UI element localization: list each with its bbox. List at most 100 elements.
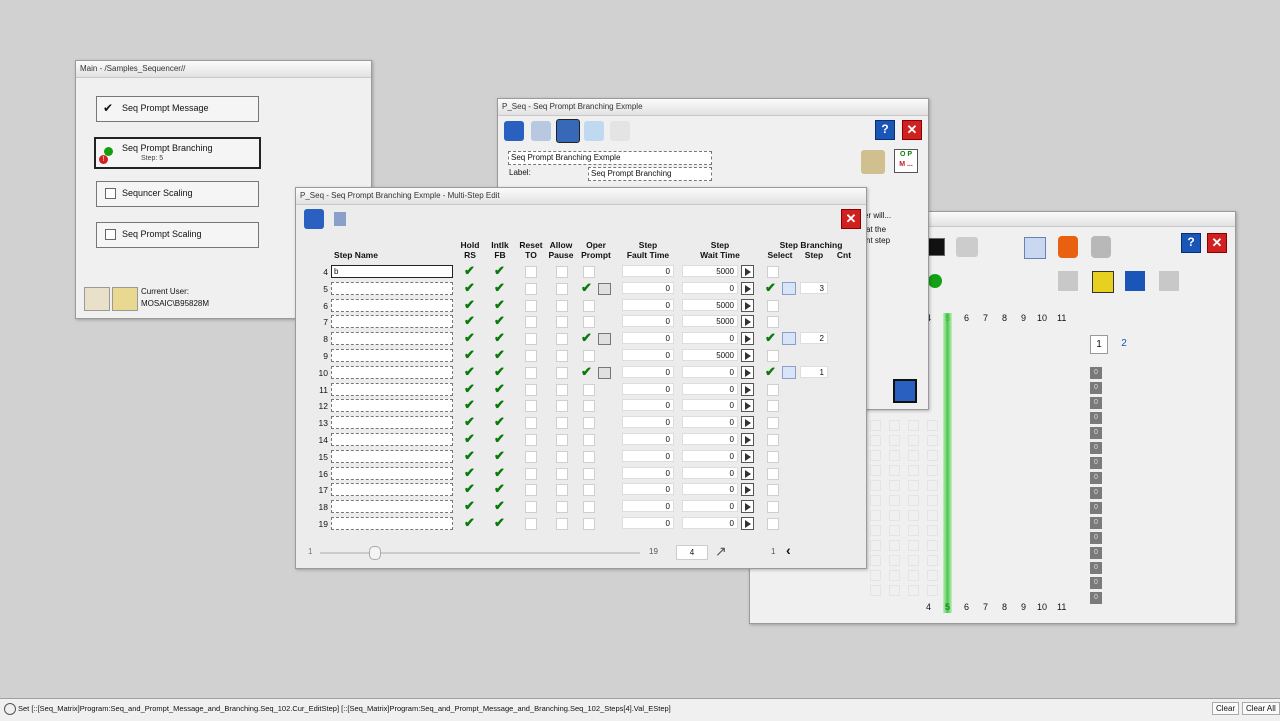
hold-rs-check[interactable]: ✔ bbox=[464, 466, 475, 479]
oper-prompt-checkbox[interactable] bbox=[583, 300, 595, 312]
matrix-cell[interactable] bbox=[870, 555, 881, 566]
wait-time-arrow-icon[interactable] bbox=[741, 500, 754, 513]
branch-select-checkbox[interactable] bbox=[767, 400, 779, 412]
matrix-cell[interactable] bbox=[870, 540, 881, 551]
help-icon[interactable]: ? bbox=[1181, 233, 1201, 253]
oper-prompt-checkbox[interactable] bbox=[583, 484, 595, 496]
oper-prompt-checkbox[interactable] bbox=[583, 384, 595, 396]
wait-time-arrow-icon[interactable] bbox=[741, 467, 754, 480]
allow-pause-checkbox[interactable] bbox=[556, 367, 568, 379]
hold-rs-check[interactable]: ✔ bbox=[464, 516, 475, 529]
matrix-cell[interactable] bbox=[889, 570, 900, 581]
oper-prompt-checkbox[interactable] bbox=[583, 518, 595, 530]
matrix-cell[interactable] bbox=[927, 465, 938, 476]
fault-time-input[interactable]: 0 bbox=[622, 315, 674, 327]
allow-pause-checkbox[interactable] bbox=[556, 484, 568, 496]
reset-to-checkbox[interactable] bbox=[525, 451, 537, 463]
editor-home-icon[interactable] bbox=[304, 209, 324, 229]
reset-to-checkbox[interactable] bbox=[525, 417, 537, 429]
branch-select-checkbox[interactable] bbox=[767, 434, 779, 446]
matrix-cell[interactable] bbox=[908, 495, 919, 506]
step-name-input[interactable] bbox=[331, 383, 453, 396]
hold-rs-check[interactable]: ✔ bbox=[464, 499, 475, 512]
matrix-cell[interactable] bbox=[870, 480, 881, 491]
branch-select-checkbox[interactable] bbox=[767, 300, 779, 312]
seq-prompt-scaling-button[interactable]: Seq Prompt Scaling bbox=[96, 222, 259, 248]
matrix-cell[interactable] bbox=[908, 450, 919, 461]
reset-to-checkbox[interactable] bbox=[525, 316, 537, 328]
matrix-cell[interactable] bbox=[927, 570, 938, 581]
allow-pause-checkbox[interactable] bbox=[556, 384, 568, 396]
matrix-cell[interactable] bbox=[927, 525, 938, 536]
seq-prompt-branching-button[interactable]: ! Seq Prompt Branching Step: 5 bbox=[94, 137, 261, 169]
intlk-fb-check[interactable]: ✔ bbox=[494, 281, 505, 294]
wait-time-arrow-icon[interactable] bbox=[741, 315, 754, 328]
matrix-cell[interactable] bbox=[908, 570, 919, 581]
hold-rs-check[interactable]: ✔ bbox=[464, 365, 475, 378]
previous-page-icon[interactable]: ‹ bbox=[786, 542, 791, 558]
oper-prompt-checkbox[interactable] bbox=[583, 434, 595, 446]
hold-rs-check[interactable]: ✔ bbox=[464, 382, 475, 395]
prompt-config-button[interactable] bbox=[598, 367, 611, 379]
page-input[interactable]: 4 bbox=[676, 545, 708, 560]
hold-hand-icon[interactable] bbox=[1058, 236, 1078, 258]
branch-help-icon[interactable] bbox=[782, 366, 796, 379]
settings-wrench-icon[interactable] bbox=[861, 150, 885, 174]
step-name-input[interactable] bbox=[331, 416, 453, 429]
oper-prompt-checkbox[interactable] bbox=[583, 417, 595, 429]
reset-to-checkbox[interactable] bbox=[525, 266, 537, 278]
matrix-cell[interactable] bbox=[870, 510, 881, 521]
wait-time-input[interactable]: 0 bbox=[682, 450, 738, 462]
intlk-fb-check[interactable]: ✔ bbox=[494, 415, 505, 428]
intlk-fb-check[interactable]: ✔ bbox=[494, 298, 505, 311]
step-name-input[interactable] bbox=[331, 299, 453, 312]
matrix-cell[interactable] bbox=[889, 450, 900, 461]
step-name-input[interactable] bbox=[331, 483, 453, 496]
hold-rs-check[interactable]: ✔ bbox=[464, 298, 475, 311]
wait-time-arrow-icon[interactable] bbox=[741, 416, 754, 429]
branch-select-check[interactable]: ✔ bbox=[765, 281, 776, 294]
oper-prompt-checkbox[interactable] bbox=[583, 266, 595, 278]
matrix-cell[interactable] bbox=[927, 480, 938, 491]
allow-pause-checkbox[interactable] bbox=[556, 400, 568, 412]
wait-time-arrow-icon[interactable] bbox=[741, 383, 754, 396]
step-name-input[interactable]: b bbox=[331, 265, 453, 278]
matrix-cell[interactable] bbox=[870, 420, 881, 431]
reset-to-checkbox[interactable] bbox=[525, 367, 537, 379]
wait-time-arrow-icon[interactable] bbox=[741, 483, 754, 496]
editor-close-icon[interactable]: ✕ bbox=[841, 209, 861, 229]
matrix-cell[interactable] bbox=[908, 585, 919, 596]
matrix-cell[interactable] bbox=[927, 540, 938, 551]
fault-time-input[interactable]: 0 bbox=[622, 517, 674, 529]
intlk-fb-check[interactable]: ✔ bbox=[494, 398, 505, 411]
allow-pause-checkbox[interactable] bbox=[556, 266, 568, 278]
intlk-fb-check[interactable]: ✔ bbox=[494, 264, 505, 277]
matrix-cell[interactable] bbox=[908, 525, 919, 536]
matrix-cell[interactable] bbox=[889, 435, 900, 446]
sequence-config-icon[interactable] bbox=[1125, 271, 1145, 291]
matrix-cell[interactable] bbox=[889, 465, 900, 476]
maintenance-icon[interactable] bbox=[531, 121, 551, 141]
matrix-cell[interactable] bbox=[927, 420, 938, 431]
matrix-cell[interactable] bbox=[870, 450, 881, 461]
home-icon[interactable] bbox=[504, 121, 524, 141]
reset-to-checkbox[interactable] bbox=[525, 300, 537, 312]
wait-time-input[interactable]: 5000 bbox=[682, 265, 738, 277]
allow-pause-checkbox[interactable] bbox=[556, 350, 568, 362]
wait-time-input[interactable]: 0 bbox=[682, 467, 738, 479]
allow-pause-checkbox[interactable] bbox=[556, 434, 568, 446]
fault-time-input[interactable]: 0 bbox=[622, 500, 674, 512]
fault-time-input[interactable]: 0 bbox=[622, 332, 674, 344]
wait-time-input[interactable]: 0 bbox=[682, 483, 738, 495]
matrix-cell[interactable] bbox=[927, 585, 938, 596]
matrix-cell[interactable] bbox=[870, 585, 881, 596]
branch-select-checkbox[interactable] bbox=[767, 468, 779, 480]
matrix-cell[interactable] bbox=[927, 495, 938, 506]
matrix-cell[interactable] bbox=[927, 435, 938, 446]
fault-time-input[interactable]: 0 bbox=[622, 433, 674, 445]
allow-pause-checkbox[interactable] bbox=[556, 333, 568, 345]
step-name-input[interactable] bbox=[331, 366, 453, 379]
wait-time-arrow-icon[interactable] bbox=[741, 517, 754, 530]
oper-prompt-check[interactable]: ✔ bbox=[581, 281, 592, 294]
matrix-cell[interactable] bbox=[927, 450, 938, 461]
